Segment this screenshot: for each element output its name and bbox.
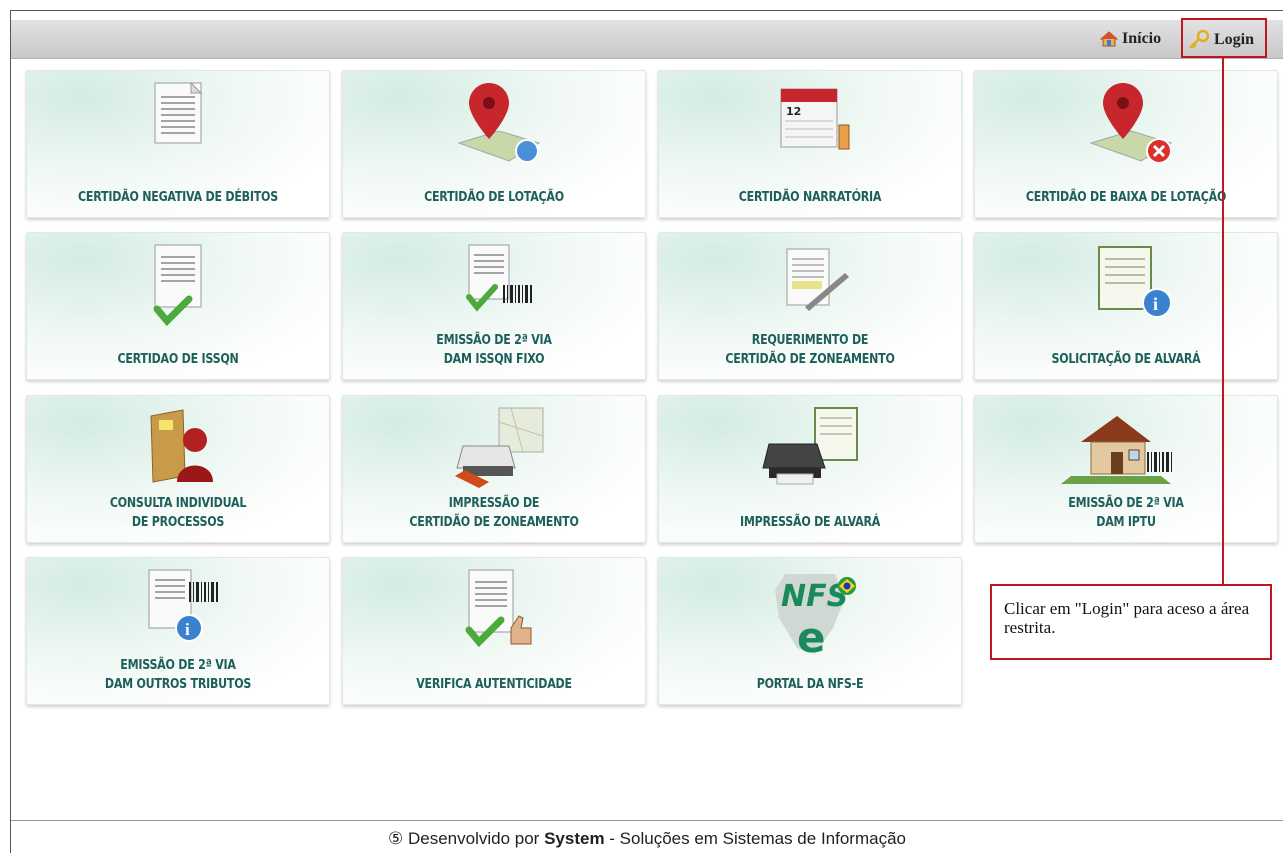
service-tile-label: EMISSÃO DE 2ª VIA DAM OUTROS TRIBUTOS <box>104 657 252 692</box>
service-tile-label: CERTIDÃO NEGATIVA DE DÉBITOS <box>78 189 278 205</box>
certificate-info-icon: i <box>1098 246 1172 318</box>
service-tile[interactable]: EMISSÃO DE 2ª VIA DAM IPTU <box>974 395 1278 543</box>
service-tile-label: CERTIDÃO DE BAIXA DE LOTAÇÃO <box>1025 189 1227 205</box>
map-pin-remove-icon <box>1089 83 1173 164</box>
service-tile[interactable]: IMPRESSÃO DE ALVARÁ <box>658 395 962 543</box>
login-callout: Clicar em "Login" para aceso a área rest… <box>990 584 1272 660</box>
service-tile[interactable]: VERIFICA AUTENTICIDADE <box>342 557 646 705</box>
svg-text:NFS: NFS <box>781 579 848 614</box>
document-thumbsup-icon <box>465 569 532 648</box>
service-tile[interactable]: EMISSÃO DE 2ª VIA DAM ISSQN FIXO <box>342 232 646 380</box>
service-tile-label: PORTAL DA NFS-e <box>756 676 864 692</box>
service-tile[interactable]: i EMISSÃO DE 2ª VIA DAM OUTROS TRIBUTOS <box>26 557 330 705</box>
home-icon <box>1100 31 1118 47</box>
footer-company: System <box>544 829 605 848</box>
service-tile[interactable]: CERTIDÃO DE LOTAÇÃO <box>342 70 646 218</box>
map-pin-icon <box>457 83 541 163</box>
document-barcode-icon <box>466 244 532 312</box>
svg-text:i: i <box>185 620 190 639</box>
folder-user-icon <box>150 409 213 483</box>
nfse-logo-icon: NFSe <box>775 574 856 660</box>
service-tile-label: REQUERIMENTO DE CERTIDÃO DE ZONEAMENTO <box>725 332 895 367</box>
printer-map-icon <box>455 407 544 488</box>
service-tile[interactable]: 12 CERTIDÃO NARRATÓRIA <box>658 70 962 218</box>
document-icon <box>154 81 203 144</box>
service-tile[interactable]: NFS e PORTAL DA NFS-e <box>658 557 962 705</box>
service-tile-label: EMISSÃO DE 2ª VIA DAM IPTU <box>1068 495 1184 530</box>
footer-prefix: Desenvolvido por <box>407 829 540 848</box>
service-tile-label: CERTIDAO DE ISSQN <box>117 351 239 367</box>
calendar-icon: 12 <box>780 88 850 150</box>
login-highlight-box <box>1181 18 1267 58</box>
service-tile[interactable]: CERTIDÃO DE BAIXA DE LOTAÇÃO <box>974 70 1278 218</box>
service-tile[interactable]: CERTIDÃO NEGATIVA DE DÉBITOS <box>26 70 330 218</box>
service-tile-label: SOLICITAÇÃO DE ALVARÁ <box>1051 351 1201 367</box>
callout-text: Clicar em "Login" para aceso a área rest… <box>1004 599 1250 637</box>
footer: ⑤ Desenvolvido por System - Soluções em … <box>11 820 1283 854</box>
service-tile-label: CERTIDÃO DE LOTAÇÃO <box>424 189 564 205</box>
printer-certificate-icon <box>762 407 858 485</box>
home-link[interactable]: Início <box>1100 30 1161 48</box>
service-tile[interactable]: CONSULTA INDIVIDUAL DE PROCESSOS <box>26 395 330 543</box>
service-tile-label: IMPRESSÃO DE CERTIDÃO DE ZONEAMENTO <box>409 495 579 530</box>
service-tile-label: EMISSÃO DE 2ª VIA DAM ISSQN FIXO <box>436 332 552 367</box>
svg-text:i: i <box>1153 294 1158 314</box>
top-bar <box>11 20 1283 59</box>
svg-text:12: 12 <box>786 105 801 118</box>
service-tile[interactable]: i SOLICITAÇÃO DE ALVARÁ <box>974 232 1278 380</box>
service-tile-label: CONSULTA INDIVIDUAL DE PROCESSOS <box>109 495 247 530</box>
service-tile[interactable]: CERTIDAO DE ISSQN <box>26 232 330 380</box>
callout-connector-vertical <box>1222 58 1224 585</box>
service-tile[interactable]: REQUERIMENTO DE CERTIDÃO DE ZONEAMENTO <box>658 232 962 380</box>
footer-suffix: - Soluções em Sistemas de Informação <box>609 829 906 848</box>
svg-text:e: e <box>797 613 826 660</box>
service-tile-label: CERTIDÃO NARRATÓRIA <box>738 189 882 205</box>
service-tile-label: IMPRESSÃO DE ALVARÁ <box>739 514 881 530</box>
service-tile[interactable]: IMPRESSÃO DE CERTIDÃO DE ZONEAMENTO <box>342 395 646 543</box>
home-link-label: Início <box>1122 30 1162 47</box>
document-pen-icon <box>786 248 849 311</box>
footer-logo-icon: ⑤ <box>388 829 404 848</box>
document-barcode-info-icon: i <box>148 569 218 642</box>
document-check-icon <box>153 244 202 327</box>
service-tile-label: VERIFICA AUTENTICIDADE <box>416 676 572 692</box>
house-barcode-icon <box>1061 416 1172 484</box>
